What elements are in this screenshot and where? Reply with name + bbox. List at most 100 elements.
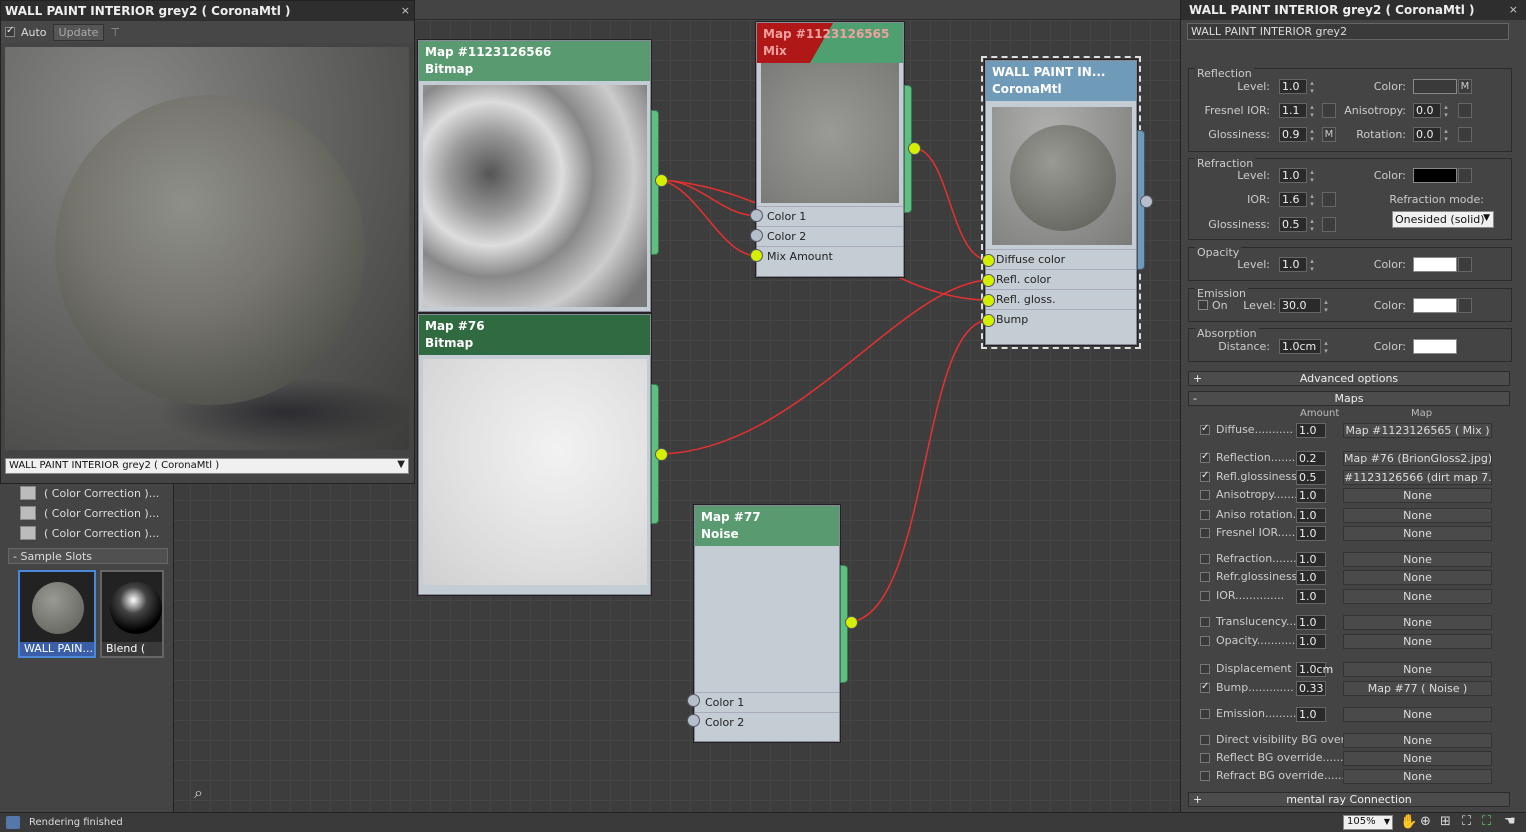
- map-slot-button[interactable]: None: [1343, 508, 1492, 523]
- mental-ray-rollout[interactable]: + mental ray Connection: [1188, 792, 1510, 807]
- pan-hand-icon[interactable]: ✋: [1400, 814, 1417, 830]
- map-enable-checkbox[interactable]: [1200, 617, 1210, 627]
- map-button[interactable]: [1458, 298, 1472, 313]
- update-button[interactable]: Update: [52, 23, 105, 41]
- map-amount-spinner[interactable]: 1.0: [1296, 526, 1326, 541]
- map-amount-spinner[interactable]: 1.0: [1296, 707, 1326, 722]
- input-socket-refl-color[interactable]: [982, 274, 995, 287]
- map-slot-button[interactable]: None: [1343, 634, 1492, 649]
- node-header[interactable]: Map #1123126566 Bitmap: [419, 41, 650, 81]
- map-enable-checkbox[interactable]: [1200, 735, 1210, 745]
- rotation-spinner[interactable]: 0.0: [1413, 127, 1452, 143]
- node-header[interactable]: Map #76 Bitmap: [419, 315, 650, 355]
- input-socket-mix-amount[interactable]: [750, 249, 763, 262]
- refr-color-swatch[interactable]: [1413, 168, 1457, 183]
- material-dropdown[interactable]: WALL PAINT INTERIOR grey2 ( CoronaMtl ) ▼: [5, 458, 409, 474]
- node-header[interactable]: Map #1123126565 Mix: [757, 23, 903, 63]
- output-socket[interactable]: [655, 448, 668, 461]
- map-enable-checkbox[interactable]: [1200, 709, 1210, 719]
- input-socket-color2[interactable]: [750, 229, 763, 242]
- map-button[interactable]: M: [1458, 79, 1472, 94]
- socket-color1[interactable]: Color 1: [757, 206, 903, 226]
- map-amount-spinner[interactable]: 1.0: [1296, 570, 1326, 585]
- map-enable-checkbox[interactable]: [1200, 510, 1210, 520]
- map-slot-button[interactable]: None: [1343, 570, 1492, 585]
- map-button[interactable]: [1458, 127, 1472, 142]
- map-enable-checkbox[interactable]: [1200, 490, 1210, 500]
- map-button[interactable]: [1458, 168, 1472, 183]
- socket-bump[interactable]: Bump: [986, 309, 1136, 329]
- node-corona-material[interactable]: WALL PAINT IN... CoronaMtl Diffuse color …: [981, 56, 1141, 349]
- input-socket-color2[interactable]: [687, 714, 700, 727]
- socket-color1[interactable]: Color 1: [695, 692, 839, 712]
- zoom-extents-icon[interactable]: ⛶: [1462, 814, 1471, 829]
- map-slot-button[interactable]: None: [1343, 707, 1492, 722]
- emission-color-swatch[interactable]: [1413, 298, 1457, 313]
- refl-color-swatch[interactable]: [1413, 79, 1457, 94]
- sample-slots-header[interactable]: - Sample Slots: [8, 548, 168, 564]
- map-slot-button[interactable]: None: [1343, 615, 1492, 630]
- map-enable-checkbox[interactable]: [1200, 636, 1210, 646]
- map-enable-checkbox[interactable]: [1200, 591, 1210, 601]
- node-bitmap-1123126566[interactable]: Map #1123126566 Bitmap: [418, 40, 651, 312]
- sample-slot-wall-paint[interactable]: WALL PAIN...: [18, 570, 96, 658]
- map-amount-spinner[interactable]: 1.0: [1296, 508, 1326, 523]
- map-amount-spinner[interactable]: 1.0: [1296, 552, 1326, 567]
- map-enable-checkbox[interactable]: [1200, 771, 1210, 781]
- map-slot-button[interactable]: None: [1343, 488, 1492, 503]
- list-item[interactable]: ( Color Correction )...: [20, 525, 170, 541]
- output-socket[interactable]: [655, 174, 668, 187]
- map-enable-checkbox[interactable]: [1200, 451, 1210, 463]
- refl-gloss-spinner[interactable]: 0.9: [1279, 127, 1318, 143]
- node-bitmap-76[interactable]: Map #76 Bitmap: [418, 314, 651, 595]
- input-socket-color1[interactable]: [750, 209, 763, 222]
- map-slot-button[interactable]: None: [1343, 769, 1492, 784]
- map-button[interactable]: [1322, 192, 1336, 207]
- list-item[interactable]: ( Color Correction )...: [20, 505, 170, 521]
- socket-diffuse-color[interactable]: Diffuse color: [986, 249, 1136, 269]
- socket-refl-color[interactable]: Refl. color: [986, 269, 1136, 289]
- material-name-field[interactable]: WALL PAINT INTERIOR grey2: [1187, 23, 1509, 40]
- map-slot-button[interactable]: Map #77 ( Noise ): [1343, 681, 1492, 696]
- emission-level-spinner[interactable]: 30.0: [1279, 298, 1332, 314]
- map-enable-checkbox[interactable]: [1200, 554, 1210, 564]
- emission-on-checkbox[interactable]: [1198, 300, 1208, 310]
- map-button[interactable]: [1458, 257, 1472, 272]
- map-enable-checkbox[interactable]: [1200, 664, 1210, 674]
- socket-mix-amount[interactable]: Mix Amount: [757, 246, 903, 266]
- map-enable-checkbox[interactable]: [1200, 572, 1210, 582]
- advanced-options-rollout[interactable]: + Advanced options: [1188, 371, 1510, 386]
- binoculars-icon[interactable]: ⌕: [194, 783, 203, 803]
- node-noise-77[interactable]: Map #77 Noise Color 1 Color 2: [694, 505, 840, 742]
- map-slot-button[interactable]: None: [1343, 662, 1492, 677]
- input-socket-color1[interactable]: [687, 694, 700, 707]
- map-button[interactable]: [1322, 217, 1336, 232]
- map-slot-button[interactable]: None: [1343, 751, 1492, 766]
- map-slot-button[interactable]: Map #76 (BrionGloss2.jpg): [1343, 451, 1492, 466]
- zoom-selected-icon[interactable]: ⛶: [1482, 814, 1491, 829]
- map-slot-button[interactable]: #1123126566 (dirt map 7.jpg): [1343, 470, 1492, 485]
- map-amount-spinner[interactable]: 1.0: [1296, 634, 1326, 649]
- output-socket[interactable]: [1140, 195, 1153, 208]
- anisotropy-spinner[interactable]: 0.0: [1413, 103, 1452, 119]
- fresnel-ior-spinner[interactable]: 1.1: [1279, 103, 1318, 119]
- map-amount-spinner[interactable]: 1.0: [1296, 589, 1326, 604]
- map-amount-spinner[interactable]: 0.2: [1296, 451, 1326, 466]
- map-slot-button[interactable]: None: [1343, 733, 1492, 748]
- map-enable-checkbox[interactable]: [1200, 753, 1210, 763]
- map-amount-spinner[interactable]: 1.0: [1296, 423, 1326, 438]
- map-amount-spinner[interactable]: 0.5: [1296, 470, 1326, 485]
- input-socket-refl-gloss[interactable]: [982, 294, 995, 307]
- map-amount-spinner[interactable]: 1.0: [1296, 615, 1326, 630]
- map-enable-checkbox[interactable]: [1200, 528, 1210, 538]
- map-slot-button[interactable]: None: [1343, 526, 1492, 541]
- map-amount-spinner[interactable]: 0.33: [1296, 681, 1326, 696]
- map-amount-spinner[interactable]: 1.0cm: [1296, 662, 1333, 677]
- ior-spinner[interactable]: 1.6: [1279, 192, 1318, 208]
- map-slot-button[interactable]: None: [1343, 589, 1492, 604]
- refr-level-spinner[interactable]: 1.0: [1279, 168, 1318, 184]
- opacity-level-spinner[interactable]: 1.0: [1279, 257, 1318, 273]
- input-socket-bump[interactable]: [982, 314, 995, 327]
- pin-icon[interactable]: ⊤: [110, 26, 120, 39]
- close-icon[interactable]: ×: [1509, 3, 1518, 16]
